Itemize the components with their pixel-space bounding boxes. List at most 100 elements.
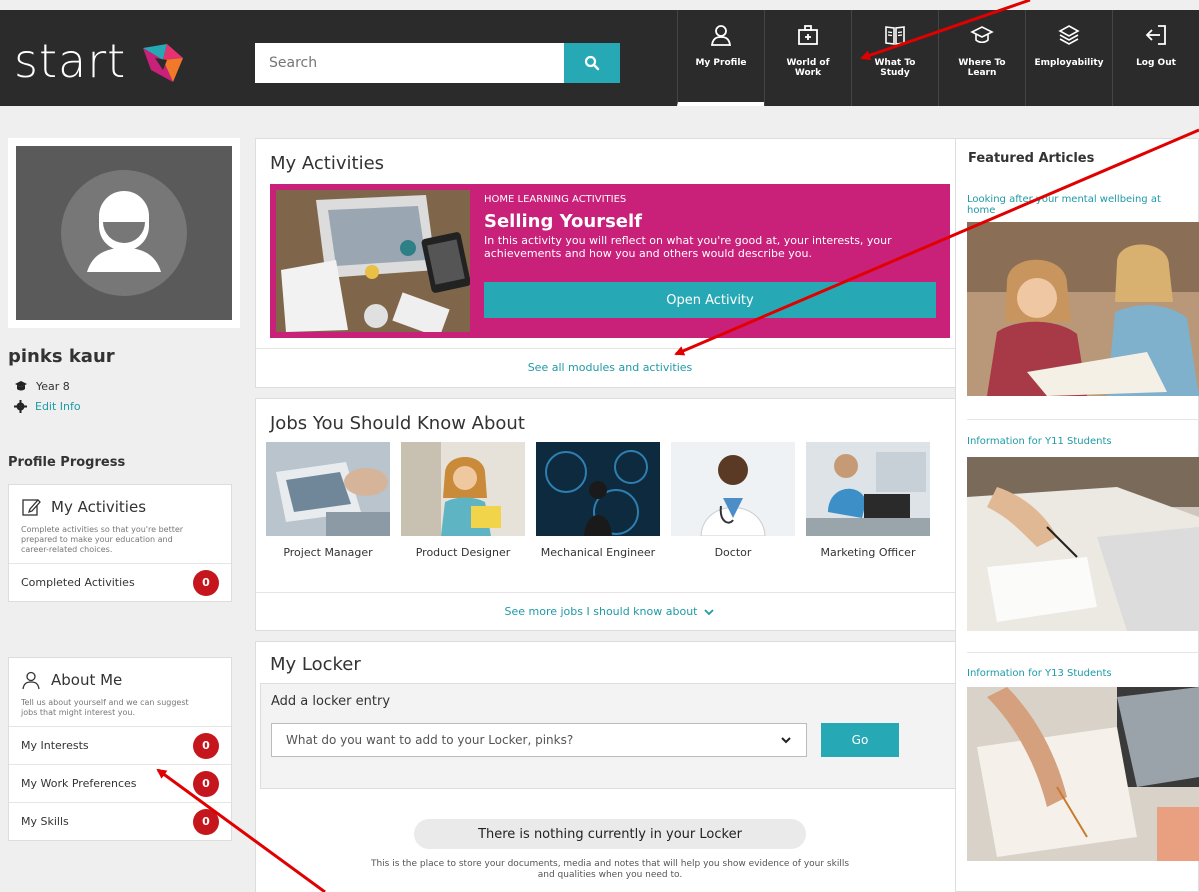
activity-image — [276, 190, 470, 332]
progress-card-about-me: About Me Tell us about yourself and we c… — [8, 657, 232, 841]
jobs-title: Jobs You Should Know About — [270, 413, 525, 434]
jobs-list: Project Manager Product Designer Mechani… — [256, 434, 964, 559]
graduation-cap-icon — [969, 22, 995, 48]
nav-where-to-learn[interactable]: Where To Learn — [938, 10, 1025, 106]
job-tile[interactable]: Doctor — [671, 442, 795, 559]
laptop-desk-image — [276, 190, 470, 332]
progress-row-label: My Skills — [21, 815, 69, 828]
job-label: Project Manager — [283, 546, 373, 559]
count-badge: 0 — [193, 732, 219, 759]
article-image — [967, 687, 1199, 861]
nav-label: What To Study — [874, 58, 916, 78]
main-nav: My Profile World of Work What To Study W… — [677, 10, 1199, 106]
notebook-writing-image — [967, 687, 1199, 861]
mechanical-engineer-image — [536, 442, 660, 536]
progress-card-header: About Me Tell us about yourself and we c… — [9, 658, 231, 726]
progress-card-title-text: My Activities — [51, 498, 147, 516]
nav-label: Where To Learn — [958, 58, 1006, 78]
locker-type-select[interactable]: What do you want to add to your Locker, … — [271, 723, 807, 757]
nav-label: Employability — [1034, 58, 1104, 68]
avatar[interactable] — [16, 146, 232, 320]
article-link[interactable]: Looking after your mental wellbeing at h… — [967, 194, 1167, 216]
job-image — [806, 442, 930, 536]
my-activities-card: My Activities HOME LEARNING ACTIVITIES S… — [255, 138, 965, 388]
start-logo[interactable]: start — [14, 34, 126, 88]
locker-add-label: Add a locker entry — [271, 694, 391, 709]
progress-card-title-text: About Me — [51, 671, 123, 689]
job-image — [536, 442, 660, 536]
user-year: Year 8 — [36, 379, 70, 393]
count-badge: 0 — [193, 770, 219, 797]
progress-card-title[interactable]: My Activities — [21, 497, 219, 517]
layers-icon — [1056, 22, 1082, 48]
nav-label: World of Work — [786, 58, 830, 78]
article-card[interactable]: Information for Y13 Students — [967, 668, 1199, 861]
my-activities-title: My Activities — [270, 153, 385, 174]
see-more-jobs-link[interactable]: See more jobs I should know about — [256, 592, 964, 630]
locker-entry-box: Add a locker entry What do you want to a… — [260, 683, 960, 789]
job-tile[interactable]: Mechanical Engineer — [536, 442, 660, 559]
job-image — [266, 442, 390, 536]
count-badge: 0 — [193, 569, 219, 596]
search-input[interactable] — [255, 43, 565, 83]
locker-empty-title: There is nothing currently in your Locke… — [414, 819, 806, 849]
gear-icon — [14, 399, 27, 413]
doctor-image — [671, 442, 795, 536]
profile-progress-heading: Profile Progress — [8, 455, 126, 470]
activity-banner: HOME LEARNING ACTIVITIES Selling Yoursel… — [270, 184, 950, 338]
chevron-down-icon — [704, 608, 715, 615]
job-tile[interactable]: Project Manager — [266, 442, 390, 559]
chevron-down-icon — [781, 737, 791, 744]
graduation-cap-icon — [15, 381, 27, 391]
product-designer-image — [401, 442, 525, 536]
job-image — [671, 442, 795, 536]
search-button[interactable] — [564, 43, 620, 83]
progress-row-my-skills[interactable]: My Skills 0 — [9, 802, 231, 840]
nav-employability[interactable]: Employability — [1025, 10, 1112, 106]
activity-kicker: HOME LEARNING ACTIVITIES — [484, 194, 627, 205]
article-link[interactable]: Information for Y13 Students — [967, 668, 1167, 679]
locker-empty-description: This is the place to store your document… — [370, 859, 850, 880]
default-user-avatar-icon — [61, 170, 187, 296]
progress-row-label: My Work Preferences — [21, 777, 137, 790]
edit-info-label[interactable]: Edit Info — [35, 400, 81, 413]
progress-row-label: Completed Activities — [21, 576, 135, 589]
job-tile[interactable]: Product Designer — [401, 442, 525, 559]
nav-my-profile[interactable]: My Profile — [677, 10, 764, 106]
students-studying-image — [967, 222, 1199, 396]
nav-label: My Profile — [695, 58, 747, 68]
locker-select-value: What do you want to add to your Locker, … — [286, 733, 574, 747]
nav-what-to-study[interactable]: What To Study — [851, 10, 938, 106]
writing-laptop-image — [967, 457, 1199, 631]
progress-row-my-work-preferences[interactable]: My Work Preferences 0 — [9, 764, 231, 802]
article-divider — [967, 652, 1199, 653]
count-badge: 0 — [193, 808, 219, 835]
article-image — [967, 457, 1199, 631]
nav-log-out[interactable]: Log Out — [1112, 10, 1199, 106]
search-bar — [255, 43, 620, 83]
article-card[interactable]: Looking after your mental wellbeing at h… — [967, 194, 1199, 396]
progress-card-description: Complete activities so that you're bette… — [21, 525, 184, 554]
job-label: Doctor — [714, 546, 752, 559]
profile-avatar-card — [8, 138, 240, 328]
see-all-modules-link[interactable]: See all modules and activities — [256, 348, 964, 386]
edit-note-icon — [22, 499, 41, 516]
article-link[interactable]: Information for Y11 Students — [967, 436, 1167, 447]
nav-world-of-work[interactable]: World of Work — [764, 10, 851, 106]
locker-go-button[interactable]: Go — [821, 723, 899, 757]
progress-row-my-interests[interactable]: My Interests 0 — [9, 726, 231, 764]
edit-info-link[interactable]: Edit Info — [14, 396, 81, 416]
job-label: Product Designer — [415, 546, 511, 559]
job-tile[interactable]: Marketing Officer — [806, 442, 930, 559]
locker-title: My Locker — [270, 654, 361, 675]
briefcase-icon — [795, 22, 821, 48]
logout-icon — [1143, 22, 1169, 48]
my-locker-card: My Locker Add a locker entry What do you… — [255, 641, 965, 892]
top-navigation-bar: start My Profile World of Work — [0, 10, 1199, 106]
article-card[interactable]: Information for Y11 Students — [967, 436, 1199, 631]
open-activity-button[interactable]: Open Activity — [484, 282, 936, 318]
see-more-jobs-label: See more jobs I should know about — [504, 605, 698, 618]
progress-row-completed-activities[interactable]: Completed Activities 0 — [9, 563, 231, 601]
marketing-officer-image — [806, 442, 930, 536]
progress-card-title[interactable]: About Me — [21, 670, 219, 690]
